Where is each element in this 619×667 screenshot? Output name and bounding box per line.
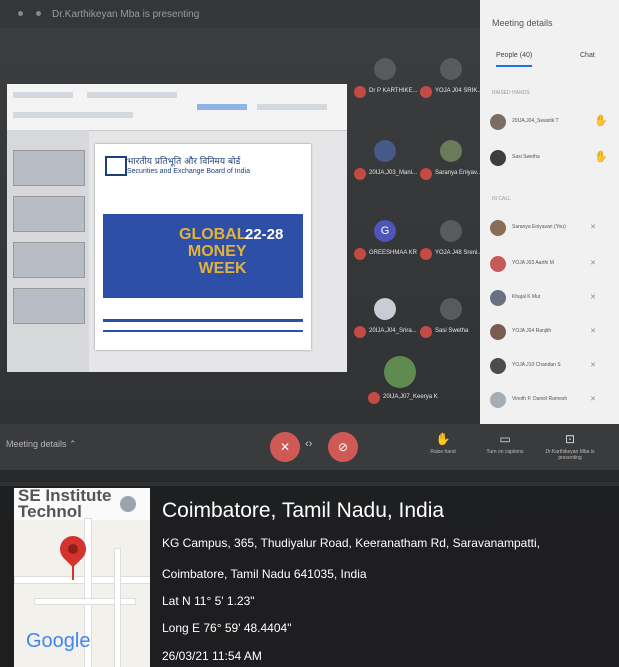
- slide-thumbnail[interactable]: [13, 150, 85, 186]
- present-button[interactable]: ⊡ Dr.Karthikeyan Mba is presenting: [540, 432, 600, 461]
- avatar: [374, 140, 396, 162]
- location-datetime: 26/03/21 11:54 AM: [162, 649, 262, 663]
- mic-off-icon: [354, 326, 366, 338]
- participant-tile[interactable]: Dr P KARTHIKE...: [354, 50, 417, 104]
- panel-title: Meeting details: [492, 18, 553, 28]
- avatar: [490, 256, 506, 272]
- location-address-line2: Coimbatore, Tamil Nadu 641035, India: [162, 567, 367, 581]
- divider: [103, 319, 303, 322]
- captions-icon: ▭: [499, 432, 511, 446]
- mic-off-icon: [420, 326, 432, 338]
- location-map: SE Institute Technol Google: [14, 488, 150, 667]
- participant-row[interactable]: YOJA J04 Ranjith ✕: [490, 322, 616, 342]
- participant-tile[interactable]: G GREESHMAA KR: [354, 212, 417, 266]
- ribbon-toolbar: [7, 84, 347, 131]
- location-city: Coimbatore, Tamil Nadu, India: [162, 499, 445, 522]
- os-taskbar: [0, 470, 619, 482]
- participant-row[interactable]: Saranya Eniyavan (You) ✕: [490, 218, 616, 238]
- tab-chat[interactable]: Chat: [580, 52, 595, 59]
- tab-people[interactable]: People (40): [496, 52, 533, 67]
- mic-off-icon: [368, 392, 380, 404]
- slide-canvas: भारतीय प्रतिभूति और विनिमय बोर्ड Securit…: [95, 144, 311, 350]
- global-money-week-banner: GLOBAL MONEY WEEK 22-28: [103, 214, 303, 298]
- avatar: [374, 58, 396, 80]
- present-icon: ⊡: [564, 432, 576, 446]
- participant-row[interactable]: YOJA J03 Aarthi M ✕: [490, 254, 616, 274]
- raised-hands-header: RAISED HANDS: [492, 90, 530, 96]
- place-marker-icon: [120, 496, 136, 512]
- camera-toggle-button[interactable]: ⊘: [328, 432, 358, 462]
- slide-thumbnail[interactable]: [13, 196, 85, 232]
- mic-off-icon: ✕: [590, 260, 596, 267]
- mic-off-icon: [420, 86, 432, 98]
- mic-off-icon: ✕: [590, 294, 596, 301]
- window-dot: [36, 11, 41, 16]
- avatar: [440, 140, 462, 162]
- participant-tile[interactable]: YOJA J48 Sreni...: [420, 212, 482, 266]
- avatar: [440, 298, 462, 320]
- mic-toggle-button[interactable]: ✕: [270, 432, 300, 462]
- mic-off-icon: ✕: [590, 396, 596, 403]
- call-controls-bar: Meeting details ⌃ ✕ ‹› ⊘ ✋ Raise hand ▭ Tu…: [0, 424, 619, 470]
- mic-off-icon: ✕: [590, 328, 596, 335]
- mic-off-icon: ✕: [590, 224, 596, 231]
- avatar: [374, 298, 396, 320]
- google-logo: Google: [26, 630, 91, 652]
- location-address-line1: KG Campus, 365, Thudiyalur Road, Keerana…: [162, 536, 540, 550]
- avatar: [490, 324, 506, 340]
- participant-row[interactable]: 20IJA,J04_Swastik T ✋: [490, 112, 616, 132]
- shared-screen: भारतीय प्रतिभूति और विनिमय बोर्ड Securit…: [7, 84, 347, 372]
- in-call-header: IN CALL: [492, 196, 511, 202]
- participant-row[interactable]: Vinoth P. Daniel Ramesh ✕: [490, 390, 616, 410]
- avatar: G: [374, 220, 396, 242]
- divider: [103, 330, 303, 332]
- avatar: [440, 220, 462, 242]
- presenting-topbar: Dr.Karthikeyan Mba is presenting: [0, 0, 480, 28]
- participant-row[interactable]: Sasi Swetha ✋: [490, 148, 616, 168]
- captions-button[interactable]: ▭ Turn on captions: [482, 432, 528, 455]
- org-name-hindi: भारतीय प्रतिभूति और विनिमय बोर्ड: [127, 157, 241, 167]
- avatar: [440, 58, 462, 80]
- participant-tile[interactable]: Saranya Eniyav...: [420, 132, 482, 186]
- mic-off-icon: [420, 168, 432, 180]
- avatar: [490, 392, 506, 408]
- mic-off-icon: [354, 86, 366, 98]
- org-name-english: Securities and Exchange Board of India: [127, 168, 250, 175]
- raised-hand-icon: ✋: [594, 151, 608, 163]
- sebi-logo-icon: [105, 156, 127, 176]
- mic-off-icon: [420, 248, 432, 260]
- avatar: [490, 358, 506, 374]
- participant-tile[interactable]: Sasi Swetha: [420, 290, 482, 344]
- participant-tile[interactable]: 20IJA,J04_Srira...: [354, 290, 417, 344]
- banner-dates: 22-28: [245, 226, 284, 243]
- slide-thumbnails: [7, 130, 89, 372]
- slide-thumbnail[interactable]: [13, 288, 85, 324]
- mic-off-icon: [354, 168, 366, 180]
- mic-off-icon: ✕: [590, 362, 596, 369]
- avatar: [490, 290, 506, 306]
- avatar: [384, 356, 416, 388]
- participant-tile[interactable]: 20IJA,J03_Mani...: [354, 132, 417, 186]
- more-options-icon[interactable]: ‹›: [305, 438, 312, 450]
- mic-off-icon: [354, 248, 366, 260]
- participant-row[interactable]: Khajal K Mur ✕: [490, 288, 616, 308]
- meeting-details-panel: Meeting details People (40) Chat RAISED …: [480, 0, 619, 430]
- hand-icon: ✋: [435, 432, 451, 446]
- meeting-details-button[interactable]: Meeting details ⌃: [6, 439, 77, 450]
- participant-row[interactable]: YOJA J10 Chandan S ✕: [490, 356, 616, 376]
- map-pin-stem: [72, 558, 74, 580]
- avatar: [490, 114, 506, 130]
- raised-hand-icon: ✋: [594, 115, 608, 127]
- participant-tile[interactable]: YOJA J04 SRIK...: [420, 50, 482, 104]
- participant-tile[interactable]: 20IJA,J07_Keerya K: [368, 356, 438, 410]
- raise-hand-button[interactable]: ✋ Raise hand: [420, 432, 466, 455]
- avatar: [490, 150, 506, 166]
- avatar: [490, 220, 506, 236]
- presenting-banner: Dr.Karthikeyan Mba is presenting: [52, 9, 200, 20]
- slide-thumbnail[interactable]: [13, 242, 85, 278]
- window-dot: [18, 11, 23, 16]
- location-latitude: Lat N 11° 5' 1.23": [162, 594, 255, 608]
- location-longitude: Long E 76° 59' 48.4404": [162, 621, 292, 635]
- banner-title: GLOBAL MONEY WEEK: [179, 226, 247, 277]
